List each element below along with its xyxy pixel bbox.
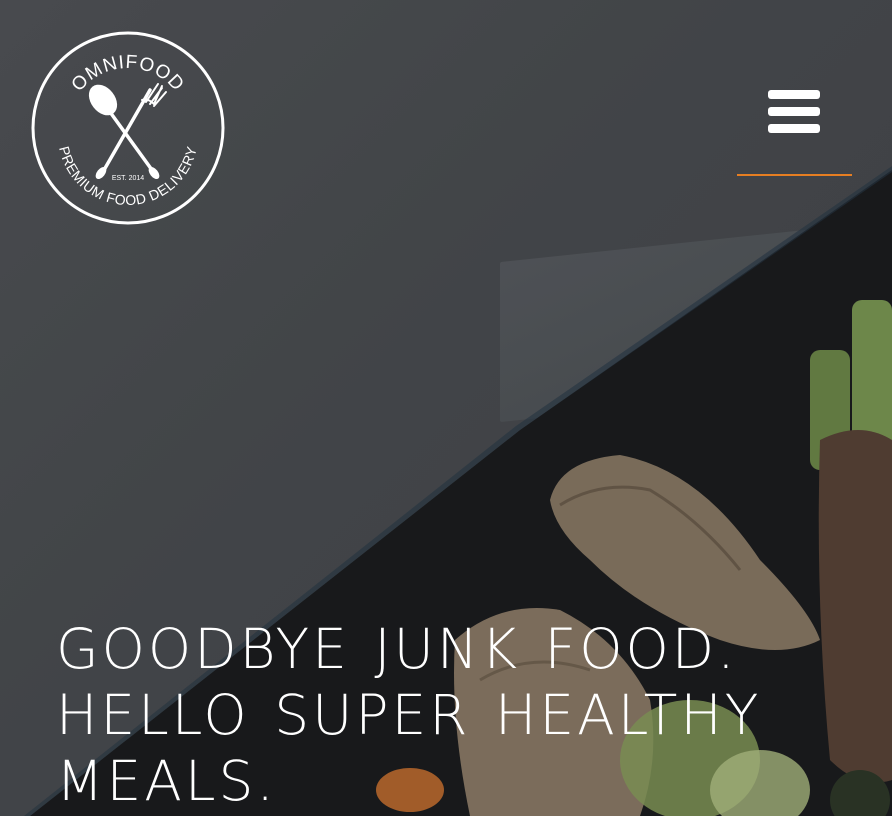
headline-line-2: HELLO SUPER HEALTHY <box>56 683 762 747</box>
hero-headline: GOODBYE JUNK FOOD. HELLO SUPER HEALTHY M… <box>56 616 816 814</box>
omnifood-logo[interactable]: OMNIFOOD PREMIUM FOOD DELIVERY EST. 2014 <box>30 30 226 226</box>
menu-button[interactable] <box>737 82 852 176</box>
logo-established-text: EST. 2014 <box>112 175 144 182</box>
headline-line-3: MEALS. <box>56 749 277 813</box>
spoon-icon <box>88 84 160 180</box>
logo-brand-text: OMNIFOOD <box>68 52 189 96</box>
hero-section: OMNIFOOD PREMIUM FOOD DELIVERY EST. 2014… <box>0 0 892 816</box>
headline-line-1: GOODBYE JUNK FOOD. <box>56 617 738 681</box>
